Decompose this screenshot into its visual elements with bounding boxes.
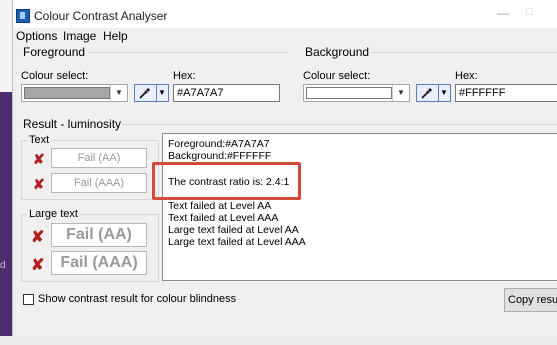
- colour-blindness-label[interactable]: Show contrast result for colour blindnes…: [38, 293, 236, 305]
- large-text-aa-result: Fail (AA): [51, 223, 147, 247]
- minimize-button[interactable]: —: [495, 6, 511, 20]
- menu-bar: Options Image Help: [13, 28, 557, 44]
- foreground-swatch: [24, 87, 110, 99]
- foreground-hex-input[interactable]: [173, 84, 280, 102]
- text-aa-result: Fail (AA): [51, 148, 147, 168]
- maximize-button[interactable]: ☐: [521, 7, 537, 21]
- foreground-picker-button[interactable]: ▼: [134, 84, 169, 102]
- colour-blindness-checkbox[interactable]: [23, 294, 34, 305]
- contrast-ratio-highlight: [152, 162, 301, 200]
- copy-results-button[interactable]: Copy results: [504, 288, 557, 312]
- chevron-down-icon: ▼: [438, 85, 449, 101]
- background-colour-select-label: Colour select:: [303, 70, 371, 82]
- eyedropper-icon: [421, 88, 432, 99]
- result-line: Text failed at Level AAA: [168, 212, 279, 224]
- foreground-group-label: Foreground: [23, 45, 86, 59]
- chevron-down-icon: ▼: [392, 85, 409, 101]
- background-hex-input[interactable]: [455, 84, 557, 102]
- fail-icon: ✘: [31, 257, 45, 274]
- title-bar: Colour Contrast Analyser — ☐: [13, 0, 557, 28]
- result-line: Large text failed at Level AAA: [168, 236, 306, 248]
- chevron-down-icon: ▼: [110, 85, 127, 101]
- background-app-text: d: [0, 260, 6, 271]
- chevron-down-icon: ▼: [156, 85, 167, 101]
- large-text-results-label: Large text: [27, 208, 80, 220]
- background-app-panel: [0, 92, 12, 345]
- result-line: Background:#FFFFFF: [168, 150, 272, 162]
- background-group-border: [370, 52, 557, 53]
- background-swatch: [306, 87, 392, 99]
- result-details-box: Foreground:#A7A7A7 Background:#FFFFFF Th…: [162, 133, 557, 281]
- fail-icon: ✘: [33, 176, 45, 192]
- app-icon: [16, 9, 30, 23]
- menu-help[interactable]: Help: [103, 29, 128, 43]
- large-text-aaa-result: Fail (AAA): [51, 251, 147, 275]
- window-title: Colour Contrast Analyser: [34, 9, 168, 23]
- result-group-label: Result - luminosity: [23, 117, 122, 131]
- app-window: Colour Contrast Analyser — ☐ Options Ima…: [12, 0, 557, 336]
- desktop-strip: [0, 336, 557, 345]
- foreground-group-border: [88, 52, 288, 53]
- background-group-label: Background: [305, 45, 370, 59]
- foreground-hex-label: Hex:: [173, 70, 196, 82]
- background-colour-select[interactable]: ▼: [303, 84, 410, 102]
- result-line: Text failed at Level AA: [168, 200, 272, 212]
- eyedropper-icon: [139, 88, 150, 99]
- fail-icon: ✘: [33, 151, 45, 167]
- fail-icon: ✘: [31, 229, 45, 246]
- result-line: Foreground:#A7A7A7: [168, 138, 270, 150]
- menu-options[interactable]: Options: [16, 29, 57, 43]
- result-group-border: [123, 124, 557, 125]
- result-line: Large text failed at Level AA: [168, 224, 299, 236]
- background-picker-button[interactable]: ▼: [416, 84, 451, 102]
- foreground-colour-select-label: Colour select:: [21, 70, 89, 82]
- foreground-colour-select[interactable]: ▼: [21, 84, 128, 102]
- background-hex-label: Hex:: [455, 70, 478, 82]
- text-results-label: Text: [27, 134, 52, 146]
- menu-image[interactable]: Image: [63, 29, 96, 43]
- text-aaa-result: Fail (AAA): [51, 173, 147, 193]
